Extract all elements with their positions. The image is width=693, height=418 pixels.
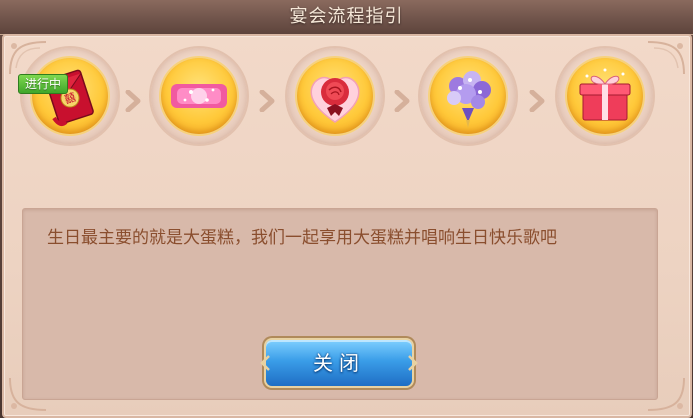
step-1-red-envelope[interactable]: 囍 xyxy=(22,48,118,144)
button-ornament-icon xyxy=(408,355,418,371)
step-5-gift-box[interactable] xyxy=(557,48,653,144)
title-bar: 宴会流程指引 xyxy=(0,0,693,35)
dialog-title: 宴会流程指引 xyxy=(289,6,404,27)
status-badge: 进行中 xyxy=(18,74,69,94)
description-text: 生日最主要的就是大蛋糕，我们一起享用大蛋糕并唱响生日快乐歌吧 xyxy=(47,228,557,248)
close-button[interactable]: 关闭 xyxy=(260,340,418,386)
rose-heart-icon xyxy=(310,76,360,123)
step-5-icon-frame xyxy=(567,58,643,134)
gift-box-icon xyxy=(579,68,631,121)
step-1-icon-frame: 囍 xyxy=(32,58,108,134)
pink-ribbon-icon xyxy=(171,84,227,108)
chevron-right-icon xyxy=(258,90,278,112)
step-4-icon-frame xyxy=(430,58,506,134)
chevron-right-icon xyxy=(393,90,413,112)
step-2-pink-ribbon[interactable] xyxy=(151,48,247,144)
step-3-icon-frame xyxy=(297,58,373,134)
step-4-flower-bouquet[interactable] xyxy=(420,48,516,144)
step-3-rose-heart[interactable] xyxy=(287,48,383,144)
flower-bouquet-icon xyxy=(447,71,491,128)
close-button-label: 关闭 xyxy=(313,351,365,375)
chevron-right-icon xyxy=(528,90,548,112)
step-2-icon-frame xyxy=(161,58,237,134)
chevron-right-icon xyxy=(124,90,144,112)
red-envelope-icon: 囍 xyxy=(45,69,94,127)
